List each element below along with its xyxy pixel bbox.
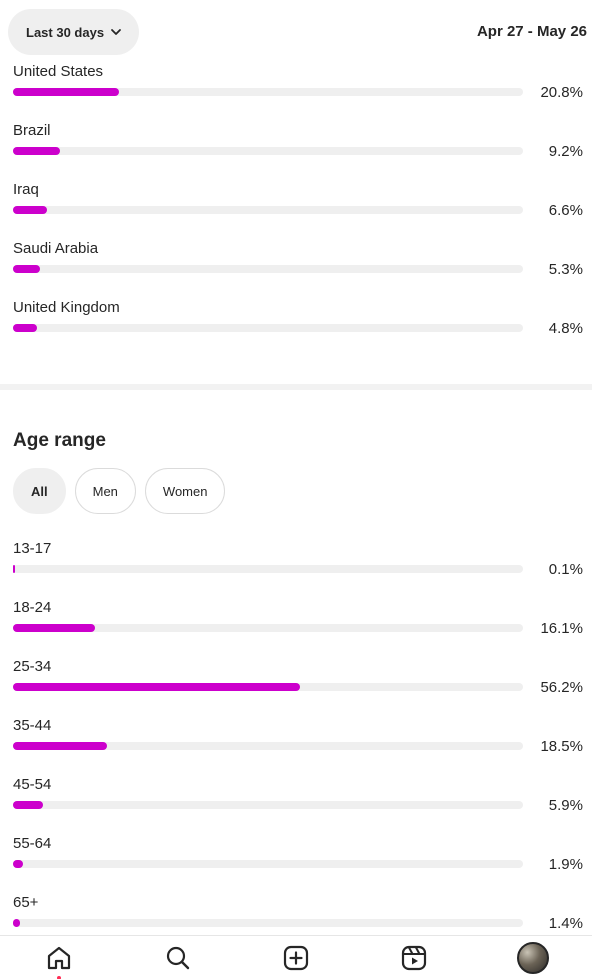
filter-chip-women[interactable]: Women [144,468,226,514]
progress-track [13,324,523,332]
progress-track [13,265,523,273]
progress-fill [13,919,20,927]
row-label: United Kingdom [13,299,120,316]
progress-fill [13,742,107,750]
list-item: United Kingdom 4.8% [0,299,592,358]
progress-track [13,683,523,691]
progress-track [13,88,523,96]
progress-fill [13,565,15,573]
row-label: 65+ [13,894,39,911]
progress-track [13,742,523,750]
progress-track [13,919,523,927]
progress-fill [13,324,37,332]
chevron-down-icon [111,29,121,35]
row-percentage: 9.2% [548,143,583,160]
row-percentage: 5.3% [548,261,583,278]
section-divider [0,384,592,390]
row-percentage: 0.1% [548,561,583,578]
progress-track [13,860,523,868]
row-label: Saudi Arabia [13,240,99,257]
progress-fill [13,801,43,809]
list-item: 45-54 5.9% [0,776,592,835]
row-percentage: 18.5% [540,738,583,755]
progress-track [13,801,523,809]
list-item: 18-24 16.1% [0,599,592,658]
search-icon [166,946,189,969]
list-item: Iraq 6.6% [0,181,592,240]
top-bar: Last 30 days Apr 27 - May 26 [0,0,592,64]
age-range-title: Age range [13,430,106,451]
bottom-navigation [0,935,592,979]
row-label: 45-54 [13,776,52,793]
notification-dot [57,975,62,979]
list-item: 55-64 1.9% [0,835,592,894]
row-label: 13-17 [13,540,52,557]
progress-fill [13,265,40,273]
filter-chip-all[interactable]: All [13,468,66,514]
progress-fill [13,860,23,868]
list-item: United States 20.8% [0,63,592,122]
row-label: Brazil [13,122,51,139]
progress-fill [13,206,47,214]
row-label: United States [13,63,104,80]
progress-fill [13,88,119,96]
nav-reels[interactable] [392,938,436,978]
progress-fill [13,624,95,632]
reels-icon [402,945,427,970]
nav-create[interactable] [274,938,318,978]
progress-fill [13,683,300,691]
row-percentage: 5.9% [548,797,583,814]
row-label: 35-44 [13,717,52,734]
progress-track [13,206,523,214]
row-percentage: 1.9% [548,856,583,873]
row-percentage: 56.2% [540,679,583,696]
date-range-dropdown[interactable]: Last 30 days [8,9,139,55]
gender-filter-chips: All Men Women [13,468,226,514]
list-item: Brazil 9.2% [0,122,592,181]
nav-search[interactable] [156,938,200,978]
row-percentage: 1.4% [548,915,583,932]
date-range-text: Apr 27 - May 26 [476,23,587,40]
list-item: 13-17 0.1% [0,540,592,599]
list-item: Saudi Arabia 5.3% [0,240,592,299]
row-label: 55-64 [13,835,52,852]
row-percentage: 4.8% [548,320,583,337]
nav-profile[interactable] [511,938,555,978]
row-label: 18-24 [13,599,52,616]
date-range-dropdown-label: Last 30 days [26,24,105,40]
progress-track [13,565,523,573]
row-percentage: 6.6% [548,202,583,219]
progress-track [13,147,523,155]
profile-avatar [516,941,549,974]
row-label: 25-34 [13,658,52,675]
create-icon [283,945,309,970]
row-percentage: 20.8% [540,84,583,101]
home-icon [48,946,71,969]
nav-home[interactable] [37,938,81,979]
row-label: Iraq [13,181,39,198]
filter-chip-men[interactable]: Men [74,468,136,514]
progress-track [13,624,523,632]
progress-fill [13,147,60,155]
list-item: 25-34 56.2% [0,658,592,717]
list-item: 35-44 18.5% [0,717,592,776]
row-percentage: 16.1% [540,620,583,637]
